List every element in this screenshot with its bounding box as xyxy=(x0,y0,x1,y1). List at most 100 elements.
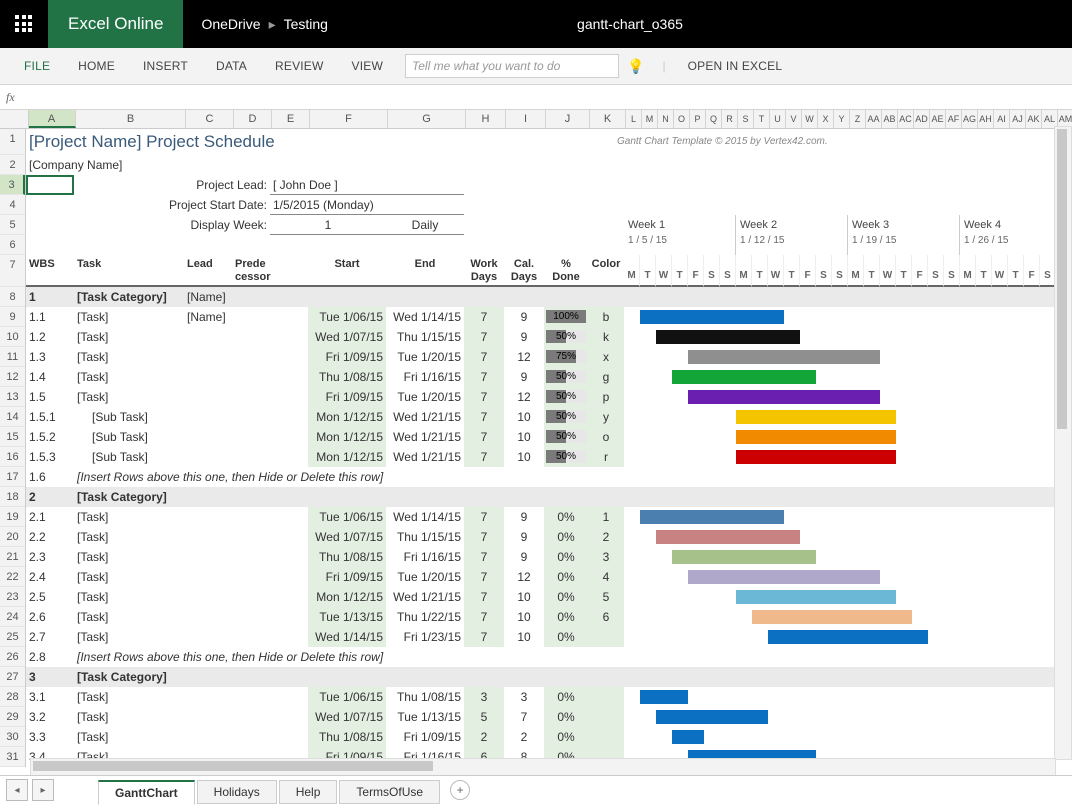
start-date-value[interactable]: 1/5/2015 (Monday) xyxy=(270,195,464,215)
wbs-cell[interactable]: 1.1 xyxy=(26,307,74,327)
start-cell[interactable]: Fri 1/09/15 xyxy=(308,567,386,587)
task-cell[interactable]: [Task] xyxy=(74,727,184,747)
row-header[interactable]: 28 xyxy=(0,687,25,707)
row-header[interactable]: 31 xyxy=(0,747,25,767)
caldays-cell[interactable]: 10 xyxy=(504,447,544,467)
task-cell[interactable]: [Task] xyxy=(74,587,184,607)
start-cell[interactable]: Tue 1/06/15 xyxy=(308,307,386,327)
column-header[interactable]: H xyxy=(466,110,506,128)
breadcrumb[interactable]: OneDrive ▸ Testing xyxy=(201,16,328,33)
column-header[interactable]: X xyxy=(818,110,834,128)
caldays-cell[interactable]: 9 xyxy=(504,327,544,347)
end-cell[interactable]: Wed 1/21/15 xyxy=(386,587,464,607)
sheet-nav-prev[interactable]: ▸ xyxy=(32,779,54,801)
pred-cell[interactable] xyxy=(232,607,308,627)
lead-cell[interactable]: [Name] xyxy=(184,307,232,327)
pred-cell[interactable] xyxy=(232,727,308,747)
color-cell[interactable]: r xyxy=(588,447,624,467)
row-header[interactable]: 14 xyxy=(0,407,25,427)
column-header[interactable]: AK xyxy=(1026,110,1042,128)
task-cell[interactable]: [Task] xyxy=(74,507,184,527)
lead-cell[interactable] xyxy=(184,547,232,567)
pred-cell[interactable] xyxy=(232,567,308,587)
row-header[interactable]: 21 xyxy=(0,547,25,567)
start-cell[interactable]: Wed 1/07/15 xyxy=(308,707,386,727)
row-header[interactable]: 11 xyxy=(0,347,25,367)
start-cell[interactable]: Fri 1/09/15 xyxy=(308,347,386,367)
display-week-value[interactable]: 1 xyxy=(270,215,386,235)
wbs-cell[interactable]: 1.5.2 xyxy=(26,427,74,447)
row-header[interactable]: 8 xyxy=(0,287,25,307)
tell-me-input[interactable]: Tell me what you want to do xyxy=(405,54,619,78)
lead-cell[interactable] xyxy=(184,327,232,347)
end-cell[interactable]: Wed 1/14/15 xyxy=(386,507,464,527)
wbs-cell[interactable]: 3.2 xyxy=(26,707,74,727)
formula-bar[interactable]: fx xyxy=(0,85,1072,110)
pct-done-cell[interactable]: 0% xyxy=(544,727,588,747)
pct-done-cell[interactable]: 50% xyxy=(544,387,588,407)
end-cell[interactable]: Thu 1/15/15 xyxy=(386,327,464,347)
sheet-tab-holidays[interactable]: Holidays xyxy=(197,780,277,804)
task-cell[interactable]: [Task] xyxy=(74,707,184,727)
column-header[interactable]: C xyxy=(186,110,234,128)
column-header[interactable]: O xyxy=(674,110,690,128)
column-label[interactable]: Task xyxy=(74,255,184,287)
pct-done-cell[interactable]: 50% xyxy=(544,327,588,347)
workdays-cell[interactable]: 7 xyxy=(464,547,504,567)
task-cell[interactable]: [Task] xyxy=(74,307,184,327)
start-cell[interactable]: Wed 1/07/15 xyxy=(308,327,386,347)
workdays-cell[interactable]: 5 xyxy=(464,707,504,727)
wbs-cell[interactable]: 2.5 xyxy=(26,587,74,607)
company-name[interactable]: [Company Name] xyxy=(26,155,326,175)
wbs-cell[interactable]: 1.6 xyxy=(26,467,74,487)
color-cell[interactable]: b xyxy=(588,307,624,327)
column-header[interactable]: E xyxy=(272,110,310,128)
tab-file[interactable]: FILE xyxy=(10,51,64,81)
start-cell[interactable]: Tue 1/06/15 xyxy=(308,687,386,707)
lead-cell[interactable] xyxy=(184,507,232,527)
app-launcher-icon[interactable] xyxy=(0,0,48,48)
lead-cell[interactable] xyxy=(184,427,232,447)
column-header[interactable]: P xyxy=(690,110,706,128)
caldays-cell[interactable]: 3 xyxy=(504,687,544,707)
cell[interactable] xyxy=(26,235,624,255)
column-label[interactable]: End xyxy=(386,255,464,287)
row-header[interactable]: 5 xyxy=(0,215,25,235)
end-cell[interactable]: Thu 1/08/15 xyxy=(386,687,464,707)
caldays-cell[interactable]: 12 xyxy=(504,347,544,367)
lead-cell[interactable] xyxy=(184,667,232,687)
pred-cell[interactable] xyxy=(232,327,308,347)
start-cell[interactable]: Thu 1/08/15 xyxy=(308,367,386,387)
document-name[interactable]: gantt-chart_o365 xyxy=(577,16,823,32)
start-cell[interactable]: Tue 1/06/15 xyxy=(308,507,386,527)
column-header[interactable]: L xyxy=(626,110,642,128)
open-in-excel-button[interactable]: OPEN IN EXCEL xyxy=(674,51,797,81)
column-header[interactable]: AE xyxy=(930,110,946,128)
color-cell[interactable]: x xyxy=(588,347,624,367)
task-cell[interactable]: [Task] xyxy=(74,527,184,547)
lead-cell[interactable] xyxy=(184,387,232,407)
color-cell[interactable]: o xyxy=(588,427,624,447)
caldays-cell[interactable]: 10 xyxy=(504,587,544,607)
column-header[interactable]: AD xyxy=(914,110,930,128)
pred-cell[interactable] xyxy=(232,387,308,407)
workdays-cell[interactable]: 7 xyxy=(464,607,504,627)
color-cell[interactable] xyxy=(588,627,624,647)
row-header[interactable]: 23 xyxy=(0,587,25,607)
start-cell[interactable]: Thu 1/08/15 xyxy=(308,547,386,567)
lead-cell[interactable] xyxy=(184,407,232,427)
pred-cell[interactable] xyxy=(232,507,308,527)
cell[interactable] xyxy=(26,215,74,235)
column-header[interactable]: AB xyxy=(882,110,898,128)
pred-cell[interactable] xyxy=(232,307,308,327)
pred-cell[interactable] xyxy=(232,447,308,467)
end-cell[interactable]: Fri 1/23/15 xyxy=(386,627,464,647)
column-header[interactable]: Z xyxy=(850,110,866,128)
display-freq[interactable]: Daily xyxy=(386,215,464,235)
start-cell[interactable]: Mon 1/12/15 xyxy=(308,407,386,427)
pred-cell[interactable] xyxy=(232,687,308,707)
pct-done-cell[interactable]: 100% xyxy=(544,307,588,327)
note-cell[interactable]: [Insert Rows above this one, then Hide o… xyxy=(74,467,574,487)
pct-done-cell[interactable]: 0% xyxy=(544,547,588,567)
caldays-cell[interactable]: 10 xyxy=(504,427,544,447)
